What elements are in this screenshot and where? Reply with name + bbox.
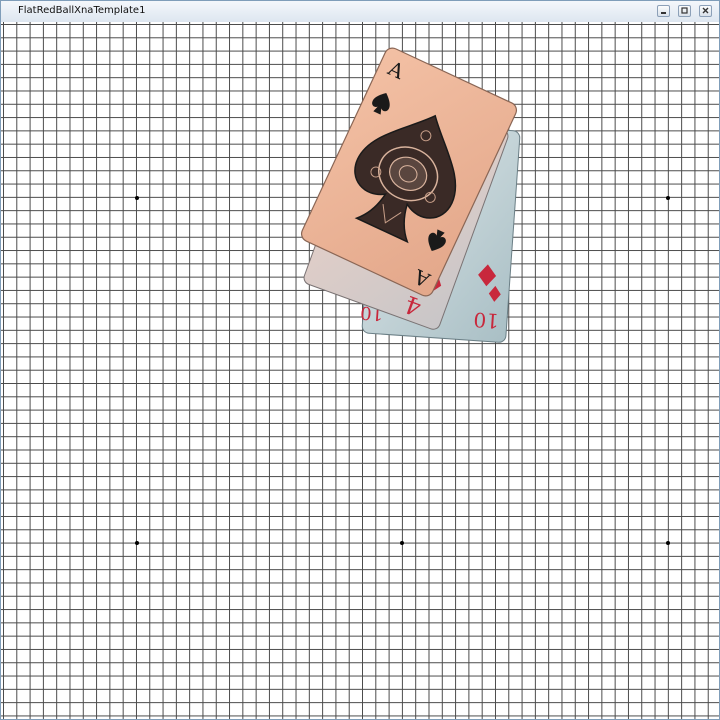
maximize-icon [681,7,688,14]
game-viewport[interactable]: 10 10 4 A A [1,22,719,719]
close-button[interactable] [699,5,712,17]
card-rank: 10 [473,308,500,334]
minimize-button[interactable] [657,5,670,17]
maximize-button[interactable] [678,5,691,17]
close-icon [702,7,709,14]
card-stack: 10 10 4 A A [300,47,521,343]
window-title: FlatRedBallXnaTemplate1 [18,5,146,16]
title-bar[interactable]: FlatRedBallXnaTemplate1 [1,1,719,23]
game-window: FlatRedBallXnaTemplate1 10 10 4 A A [0,0,720,720]
minimize-icon [661,12,666,14]
